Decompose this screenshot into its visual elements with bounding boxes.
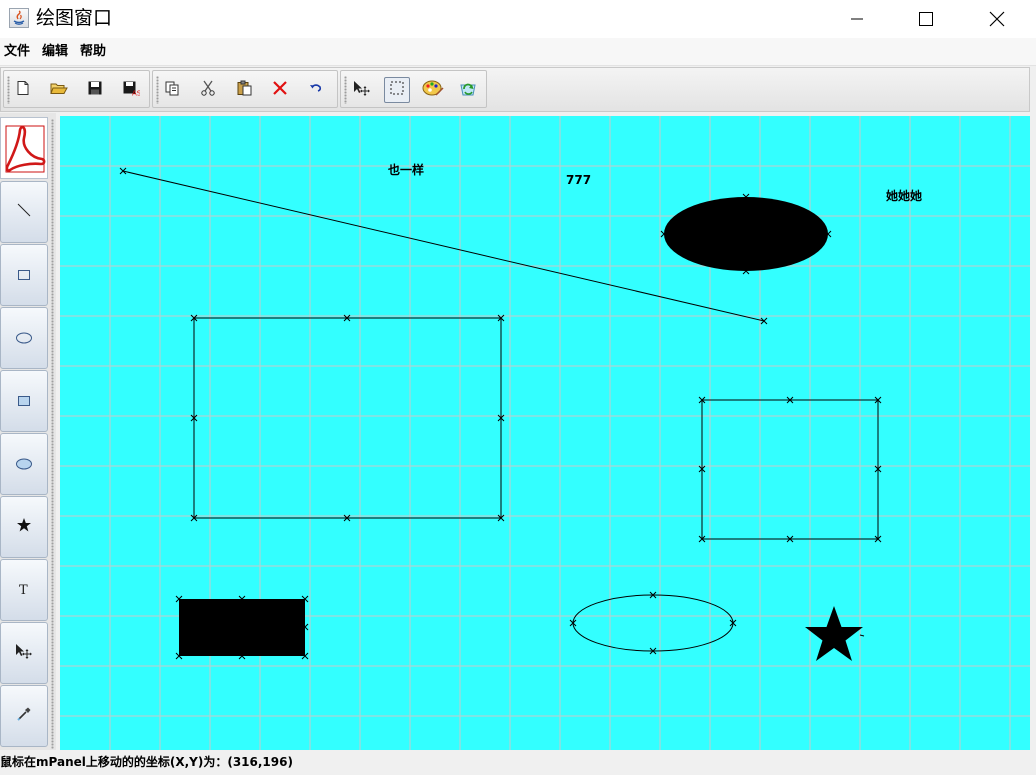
- toolbar-grip[interactable]: [344, 76, 347, 104]
- save-as-icon: AS: [122, 80, 142, 100]
- filled-ellipse-shape[interactable]: [664, 197, 828, 271]
- star-handle: [859, 634, 865, 637]
- menu-help[interactable]: 帮助: [80, 44, 106, 59]
- rect-select-button[interactable]: [384, 77, 410, 103]
- menu-file[interactable]: 文件: [4, 44, 30, 59]
- ellipse-shape[interactable]: [572, 594, 734, 652]
- open-button[interactable]: [46, 77, 72, 103]
- menu-edit[interactable]: 编辑: [42, 44, 68, 59]
- text-icon: T: [17, 581, 31, 600]
- pdf-icon: [1, 125, 47, 182]
- close-button[interactable]: [974, 0, 1020, 38]
- window-title: 绘图窗口: [36, 7, 113, 29]
- rect-select-icon: [389, 80, 405, 100]
- filled-ellipse-icon: [15, 455, 33, 474]
- status-text: 鼠标在mPanel上移动的的坐标(X,Y)为：(316,196): [0, 755, 293, 769]
- java-app-icon: [9, 8, 29, 28]
- move-select-icon: [352, 80, 372, 100]
- rectangle-shape[interactable]: [193, 317, 502, 519]
- new-file-icon: [15, 80, 31, 100]
- filled-ellipse-tool-button[interactable]: [0, 433, 48, 495]
- cut-button[interactable]: [195, 77, 221, 103]
- ellipse-tool-button[interactable]: [0, 307, 48, 369]
- pdf-button[interactable]: [0, 117, 48, 179]
- line-icon: [16, 202, 32, 222]
- palette-button[interactable]: [420, 77, 446, 103]
- svg-text:AS: AS: [132, 90, 140, 97]
- star-icon: [16, 517, 32, 537]
- tool-panel-grip[interactable]: [51, 119, 54, 749]
- eyedropper-icon: [16, 706, 32, 726]
- delete-icon: [272, 80, 288, 100]
- canvas-text-1[interactable]: 也一样: [388, 162, 424, 177]
- tool-panel: T: [0, 113, 56, 750]
- palette-icon: [422, 79, 444, 101]
- new-file-button[interactable]: [10, 77, 36, 103]
- canvas-drawing: 也一样 777 她她她: [60, 116, 1030, 750]
- maximize-button[interactable]: [903, 0, 949, 38]
- paste-icon: [236, 80, 252, 100]
- file-toolbar-group: AS: [3, 70, 150, 108]
- save-button[interactable]: [82, 77, 108, 103]
- window-border: [1030, 67, 1036, 750]
- canvas-text-3[interactable]: 她她她: [886, 188, 922, 203]
- canvas-text-2[interactable]: 777: [566, 173, 591, 187]
- toolbar: AS: [0, 67, 1030, 112]
- rectangle-shape[interactable]: [701, 399, 879, 540]
- title-bar: 绘图窗口: [0, 0, 1036, 38]
- filled-rectangle-shape[interactable]: [179, 599, 305, 656]
- minimize-button[interactable]: [834, 0, 880, 38]
- text-tool-button[interactable]: T: [0, 559, 48, 621]
- filled-rectangle-tool-button[interactable]: [0, 370, 48, 432]
- move-select-button[interactable]: [349, 77, 375, 103]
- cut-icon: [200, 80, 216, 100]
- refresh-button[interactable]: [455, 77, 481, 103]
- save-icon: [87, 80, 103, 100]
- filled-rectangle-icon: [17, 392, 31, 411]
- paste-button[interactable]: [231, 77, 257, 103]
- open-folder-icon: [50, 80, 68, 100]
- star-shape[interactable]: [805, 606, 863, 661]
- eyedropper-tool-button[interactable]: [0, 685, 48, 747]
- tools-toolbar-group: [340, 70, 487, 108]
- move-tool-button[interactable]: [0, 622, 48, 684]
- drawing-canvas[interactable]: 也一样 777 她她她: [60, 116, 1030, 750]
- line-tool-button[interactable]: [0, 181, 48, 243]
- rectangle-tool-button[interactable]: [0, 244, 48, 306]
- rectangle-icon: [17, 266, 31, 285]
- star-tool-button[interactable]: [0, 496, 48, 558]
- save-as-button[interactable]: AS: [118, 77, 144, 103]
- status-bar: 鼠标在mPanel上移动的的坐标(X,Y)为：(316,196): [0, 752, 1036, 775]
- delete-button[interactable]: [267, 77, 293, 103]
- menu-bar: 文件 编辑 帮助: [0, 38, 1036, 66]
- move-icon: [14, 643, 34, 663]
- undo-button[interactable]: [303, 77, 329, 103]
- edit-toolbar-group: [152, 70, 338, 108]
- undo-icon: [308, 80, 324, 100]
- svg-text:T: T: [19, 583, 28, 596]
- copy-button[interactable]: [159, 77, 185, 103]
- refresh-icon: [458, 78, 478, 102]
- copy-icon: [164, 80, 180, 100]
- ellipse-icon: [15, 329, 33, 348]
- drawn-line[interactable]: [122, 170, 765, 322]
